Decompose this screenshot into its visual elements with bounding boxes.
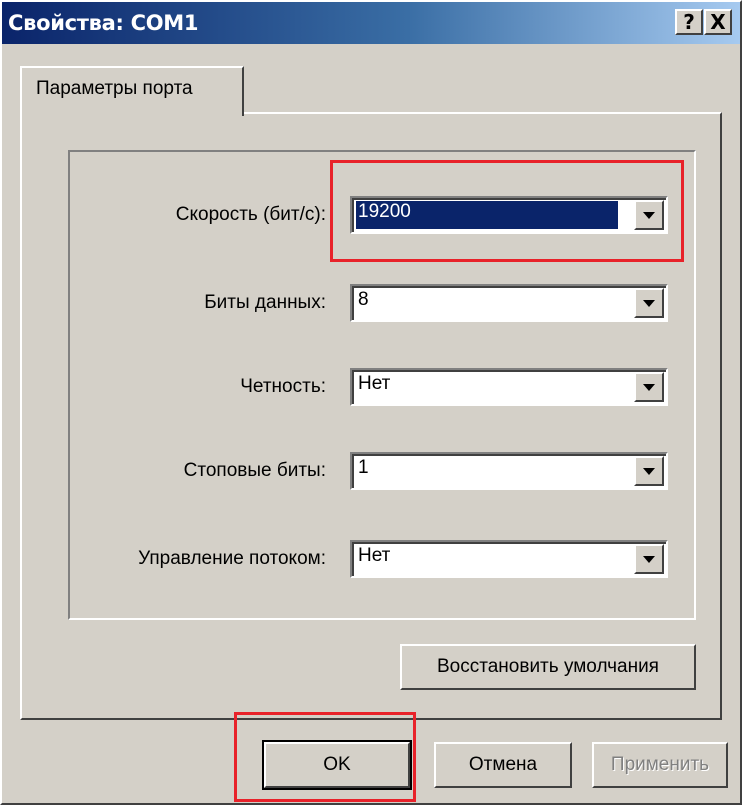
flow-control-value: Нет <box>358 545 391 566</box>
baud-rate-select[interactable]: 19200 <box>350 196 668 234</box>
restore-defaults-button[interactable]: Восстановить умолчания <box>400 644 696 690</box>
chevron-down-icon[interactable] <box>634 544 664 574</box>
cancel-button[interactable]: Отмена <box>434 742 572 788</box>
close-button[interactable]: X <box>704 9 732 35</box>
chevron-down-icon[interactable] <box>634 456 664 486</box>
parity-select[interactable]: Нет <box>350 368 668 406</box>
ok-button[interactable]: OK <box>262 740 412 790</box>
window-title: Свойства: COM1 <box>8 11 199 35</box>
stop-bits-value: 1 <box>358 457 369 478</box>
baud-rate-label: Скорость (бит/с): <box>175 204 326 225</box>
data-bits-label: Биты данных: <box>204 292 326 313</box>
tab-label: Параметры порта <box>36 78 193 99</box>
apply-button: Применить <box>592 742 728 788</box>
parity-label: Четность: <box>240 376 326 397</box>
data-bits-select[interactable]: 8 <box>350 284 668 322</box>
title-bar[interactable]: Свойства: COM1 ? X <box>2 2 740 44</box>
chevron-down-icon[interactable] <box>634 372 664 402</box>
baud-rate-value: 19200 <box>358 201 411 222</box>
dialog-window: Свойства: COM1 ? X Параметры порта Скоро… <box>0 0 742 805</box>
tab-port-settings[interactable]: Параметры порта <box>20 66 244 116</box>
flow-control-label: Управление потоком: <box>138 548 326 569</box>
data-bits-value: 8 <box>358 289 369 310</box>
flow-control-select[interactable]: Нет <box>350 540 668 578</box>
help-button[interactable]: ? <box>675 9 703 35</box>
stop-bits-label: Стоповые биты: <box>183 460 326 481</box>
chevron-down-icon[interactable] <box>634 288 664 318</box>
parity-value: Нет <box>358 373 391 394</box>
stop-bits-select[interactable]: 1 <box>350 452 668 490</box>
chevron-down-icon[interactable] <box>634 200 664 230</box>
